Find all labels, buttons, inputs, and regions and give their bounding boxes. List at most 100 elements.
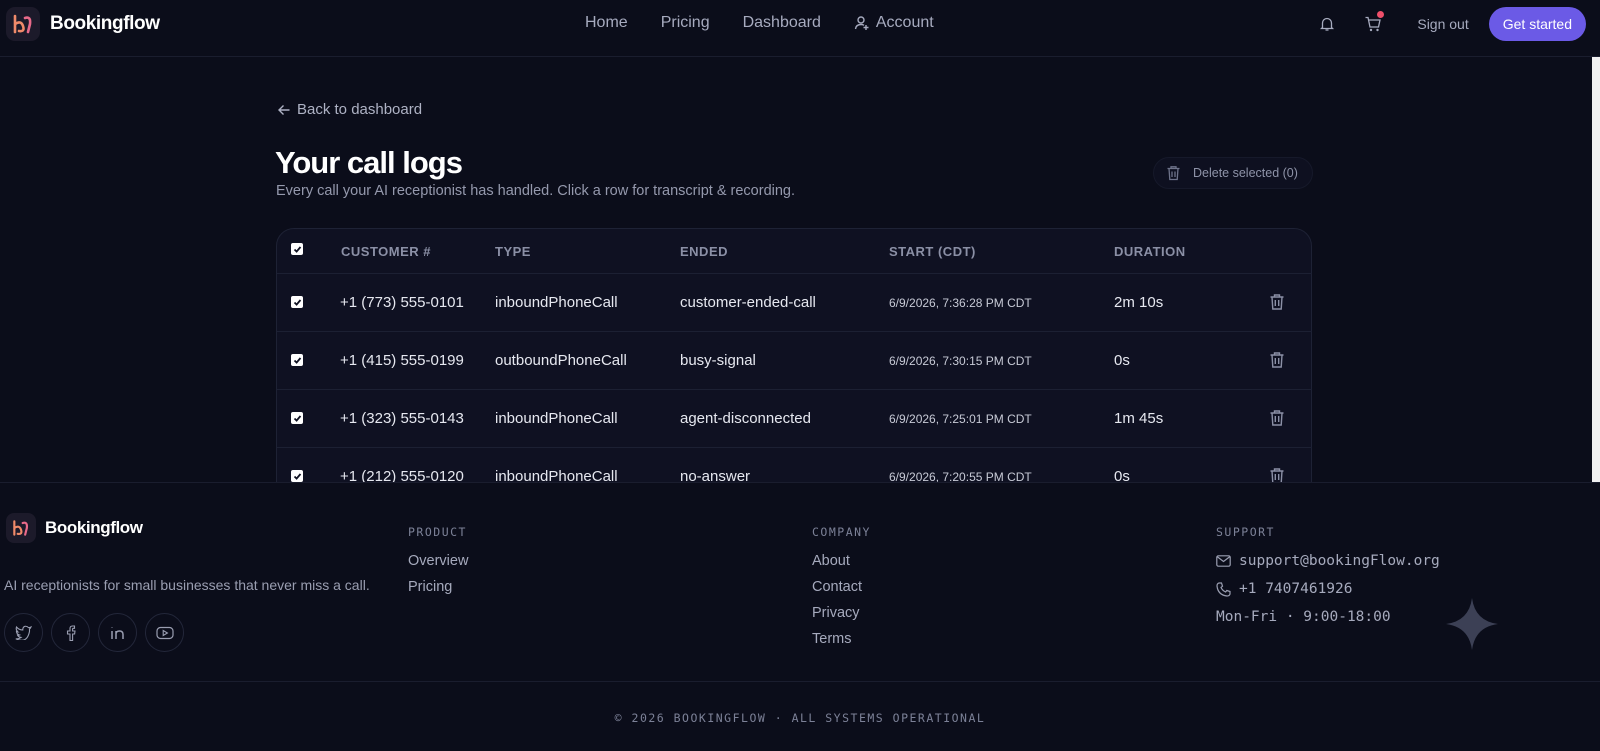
- support-hours-text: Mon-Fri · 9:00-18:00: [1216, 609, 1391, 625]
- header-customer[interactable]: CUSTOMER #: [341, 244, 431, 259]
- cell-duration: 2m 10s: [1114, 294, 1164, 311]
- header-start[interactable]: START (CDT): [889, 244, 976, 259]
- cell-type: outboundPhoneCall: [495, 352, 627, 369]
- top-nav: Bookingflow Home Pricing Dashboard Accou…: [0, 0, 1600, 57]
- header-duration[interactable]: DURATION: [1114, 244, 1186, 259]
- sparkle-icon: [1446, 598, 1498, 650]
- cell-customer: +1 (773) 555-0101: [340, 294, 464, 311]
- nav-dashboard[interactable]: Dashboard: [743, 14, 821, 32]
- table-header: CUSTOMER # TYPE ENDED START (CDT) DURATI…: [277, 229, 1312, 274]
- check-icon: [293, 298, 301, 306]
- bell-icon: [1320, 17, 1335, 31]
- nav-account[interactable]: Account: [854, 14, 934, 32]
- support-hours: Mon-Fri · 9:00-18:00: [1216, 609, 1440, 625]
- footer: Bookingflow AI receptionists for small b…: [0, 482, 1600, 751]
- footer-support-column: SUPPORT support@bookingFlow.org +1 74074…: [1216, 525, 1440, 637]
- arrow-left-icon: [278, 104, 290, 115]
- cell-duration: 1m 45s: [1114, 410, 1164, 427]
- footer-company-heading: COMPANY: [812, 525, 871, 539]
- copyright: © 2026 BOOKINGFLOW · ALL SYSTEMS OPERATI…: [614, 711, 986, 725]
- footer-link-pricing[interactable]: Pricing: [408, 579, 468, 595]
- table-row[interactable]: +1 (212) 555-0120 inboundPhoneCall no-an…: [277, 448, 1312, 483]
- footer-company-column: COMPANY About Contact Privacy Terms: [812, 525, 871, 657]
- header-type[interactable]: TYPE: [495, 244, 531, 259]
- row-checkbox[interactable]: [291, 470, 303, 482]
- nav-right: Sign out Get started: [1311, 7, 1586, 41]
- cart-button[interactable]: [1357, 8, 1389, 40]
- nav-links: Home Pricing Dashboard Account: [585, 14, 934, 32]
- support-phone[interactable]: +1 7407461926: [1216, 581, 1440, 597]
- nav-pricing[interactable]: Pricing: [661, 14, 710, 32]
- linkedin-link[interactable]: [98, 613, 137, 652]
- footer-link-overview[interactable]: Overview: [408, 553, 468, 569]
- footer-divider: [0, 681, 1600, 682]
- cell-duration: 0s: [1114, 468, 1130, 483]
- cell-ended: no-answer: [680, 468, 751, 483]
- cell-ended: customer-ended-call: [680, 294, 816, 311]
- notifications-button[interactable]: [1311, 8, 1343, 40]
- support-email[interactable]: support@bookingFlow.org: [1216, 553, 1440, 569]
- table-row[interactable]: +1 (773) 555-0101 inboundPhoneCall custo…: [277, 274, 1312, 332]
- twitter-icon: [15, 625, 32, 640]
- support-phone-text: +1 7407461926: [1239, 581, 1353, 597]
- check-icon: [293, 414, 301, 422]
- footer-tagline: AI receptionists for small businesses th…: [4, 577, 370, 593]
- footer-brand[interactable]: Bookingflow: [6, 513, 143, 543]
- youtube-icon: [155, 626, 174, 639]
- sign-out-link[interactable]: Sign out: [1417, 16, 1468, 32]
- trash-icon[interactable]: [1269, 293, 1285, 311]
- footer-product-heading: PRODUCT: [408, 525, 467, 539]
- table-row[interactable]: +1 (415) 555-0199 outboundPhoneCall busy…: [277, 332, 1312, 390]
- get-started-button[interactable]: Get started: [1488, 7, 1586, 41]
- table-row[interactable]: +1 (323) 555-0143 inboundPhoneCall agent…: [277, 390, 1312, 448]
- select-all-checkbox[interactable]: [291, 243, 303, 255]
- nav-account-label: Account: [875, 14, 934, 31]
- twitter-link[interactable]: [4, 613, 43, 652]
- footer-product-column: PRODUCT Overview Pricing: [408, 525, 468, 605]
- cell-ended: busy-signal: [680, 352, 756, 369]
- row-checkbox[interactable]: [291, 412, 303, 424]
- check-icon: [293, 356, 301, 364]
- brand[interactable]: Bookingflow: [6, 7, 160, 41]
- cell-duration: 0s: [1114, 352, 1130, 369]
- nav-home[interactable]: Home: [585, 14, 628, 32]
- header-ended[interactable]: ENDED: [680, 244, 728, 259]
- delete-selected-button[interactable]: Delete selected (0): [1153, 157, 1313, 189]
- facebook-link[interactable]: [51, 613, 90, 652]
- footer-link-privacy[interactable]: Privacy: [812, 605, 871, 621]
- row-checkbox[interactable]: [291, 296, 303, 308]
- cell-customer: +1 (415) 555-0199: [340, 352, 464, 369]
- cell-start: 6/9/2026, 7:36:28 PM CDT: [889, 296, 1032, 310]
- page-title: Your call logs: [275, 145, 463, 180]
- cell-start: 6/9/2026, 7:25:01 PM CDT: [889, 412, 1032, 426]
- cell-type: inboundPhoneCall: [495, 468, 618, 483]
- trash-icon[interactable]: [1269, 409, 1285, 427]
- call-logs-table: CUSTOMER # TYPE ENDED START (CDT) DURATI…: [276, 228, 1312, 483]
- cart-badge: [1377, 11, 1385, 18]
- table-card: CUSTOMER # TYPE ENDED START (CDT) DURATI…: [276, 228, 1312, 483]
- row-checkbox[interactable]: [291, 354, 303, 366]
- trash-icon: [1167, 166, 1180, 181]
- trash-icon[interactable]: [1269, 467, 1285, 483]
- cell-type: inboundPhoneCall: [495, 410, 618, 427]
- footer-brand-name: Bookingflow: [45, 518, 143, 537]
- trash-icon[interactable]: [1269, 351, 1285, 369]
- back-to-dashboard-link[interactable]: Back to dashboard: [277, 101, 422, 118]
- facebook-icon: [66, 624, 76, 641]
- footer-link-about[interactable]: About: [812, 553, 871, 569]
- check-icon: [293, 472, 301, 480]
- cell-customer: +1 (212) 555-0120: [340, 468, 464, 483]
- youtube-link[interactable]: [145, 613, 184, 652]
- check-icon: [293, 245, 301, 253]
- brand-name: Bookingflow: [50, 13, 160, 34]
- back-label: Back to dashboard: [297, 101, 423, 118]
- page-scrollbar[interactable]: [1592, 57, 1600, 482]
- cell-type: inboundPhoneCall: [495, 294, 618, 311]
- cell-ended: agent-disconnected: [680, 410, 811, 427]
- logo-icon: [6, 7, 40, 41]
- logo-icon: [6, 513, 36, 543]
- footer-support-heading: SUPPORT: [1216, 525, 1275, 539]
- footer-link-contact[interactable]: Contact: [812, 579, 871, 595]
- mail-icon: [1216, 555, 1231, 567]
- footer-link-terms[interactable]: Terms: [812, 631, 871, 647]
